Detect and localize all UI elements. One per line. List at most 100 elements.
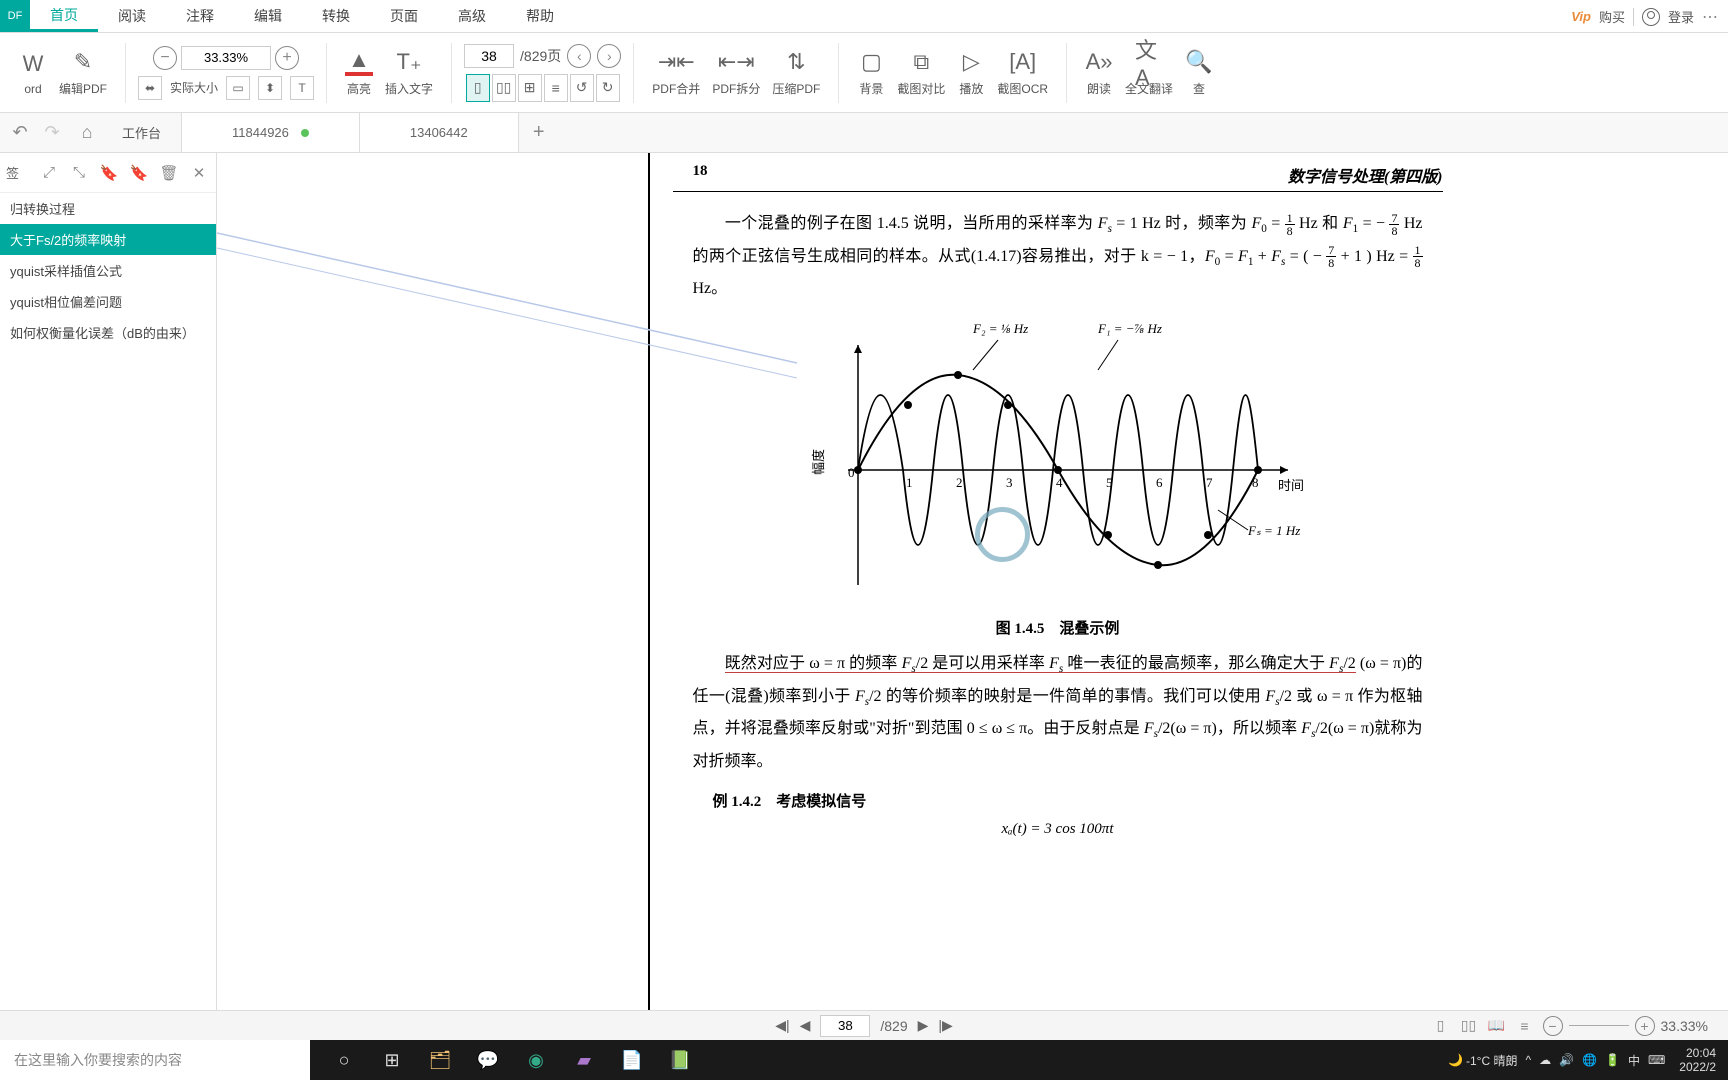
menu-annotate[interactable]: 注释 [166, 0, 234, 32]
compare-button[interactable]: ⧉ 截图对比 [891, 44, 951, 101]
delete-icon[interactable]: 🗑 [158, 162, 180, 184]
taskbar-clock[interactable]: 20:04 2022/2 [1673, 1046, 1722, 1075]
nav-back-button[interactable]: ↶ [8, 121, 32, 145]
prev-page-button[interactable]: ‹ [567, 44, 591, 68]
bookmark-item[interactable]: yquist采样插值公式 [0, 255, 216, 286]
rotate-left[interactable]: ↺ [570, 74, 594, 102]
paragraph-1: 一个混叠的例子在图 1.4.5 说明，当所用的采样率为 Fs = 1 Hz 时，… [693, 208, 1423, 305]
status-page-input[interactable] [820, 1015, 870, 1037]
prev-page-button[interactable]: ◀ [800, 1017, 811, 1034]
fit-height-icon[interactable]: ⬍ [258, 76, 282, 100]
pdf-split-button[interactable]: ⇤⇥ PDF拆分 [706, 44, 766, 101]
equation: xₐ(t) = 3 cos 100πt [673, 821, 1443, 838]
grid-view[interactable]: ⊞ [518, 74, 542, 102]
home-tab[interactable]: ⌂ [72, 113, 102, 152]
fit-width-icon[interactable]: ⬌ [138, 76, 162, 100]
task-view-icon[interactable]: ⊞ [368, 1040, 416, 1080]
menu-home[interactable]: 首页 [30, 0, 98, 32]
bookmark-icon[interactable]: 🔖 [98, 162, 120, 184]
view-single-icon[interactable]: ▯ [1431, 1016, 1451, 1036]
pdf-merge-button[interactable]: ⇥⇤ PDF合并 [646, 44, 706, 101]
menu-read[interactable]: 阅读 [98, 0, 166, 32]
view-book-icon[interactable]: 📖 [1487, 1016, 1507, 1036]
zoom-in-button[interactable]: + [275, 46, 299, 70]
bookmark-item[interactable]: 大于Fs/2的频率映射 [0, 224, 216, 255]
taskbar-search[interactable]: 在这里输入你要搜索的内容 [0, 1040, 310, 1080]
figure-1-4-5: 0 1 2 3 4 5 6 7 8 [673, 315, 1443, 638]
background-button[interactable]: ▢ 背景 [851, 44, 891, 101]
play-button[interactable]: ▷ 播放 [951, 44, 991, 101]
find-button[interactable]: 🔍 查 [1179, 44, 1219, 101]
fig-label-f2: F₂ = ⅛ Hz [972, 321, 1028, 336]
menu-help[interactable]: 帮助 [506, 0, 574, 32]
battery-icon[interactable]: 🔋 [1605, 1053, 1620, 1067]
zoom-out-button[interactable]: − [153, 46, 177, 70]
continuous-view[interactable]: ≡ [544, 74, 568, 102]
view-double-icon[interactable]: ▯▯ [1459, 1016, 1479, 1036]
status-zoom-out[interactable]: − [1543, 1016, 1563, 1036]
edge-icon[interactable]: ◉ [512, 1040, 560, 1080]
actual-size-button[interactable]: 实际大小 [170, 79, 218, 96]
volume-icon[interactable]: 🔊 [1559, 1053, 1574, 1067]
single-page-view[interactable]: ▯ [466, 74, 490, 102]
menu-page[interactable]: 页面 [370, 0, 438, 32]
read-aloud-button[interactable]: A» 朗读 [1079, 44, 1119, 101]
bookmark-add-icon[interactable]: 🔖 [128, 162, 150, 184]
divider [1633, 8, 1634, 26]
pdf-compress-button[interactable]: ⇅ 压缩PDF [766, 44, 826, 101]
zoom-input[interactable] [181, 46, 271, 70]
wechat-icon[interactable]: 💬 [464, 1040, 512, 1080]
visual-studio-icon[interactable]: ▰ [560, 1040, 608, 1080]
tab-2-label: 13406442 [410, 125, 468, 140]
menu-edit[interactable]: 编辑 [234, 0, 302, 32]
document-canvas[interactable]: 18 数字信号处理(第四版) 一个混叠的例子在图 1.4.5 说明，当所用的采样… [217, 153, 1728, 1010]
document-tab-2[interactable]: 13406442 [360, 113, 519, 152]
figure-caption: 图 1.4.5 混叠示例 [673, 617, 1443, 638]
cortana-icon[interactable]: ○ [320, 1040, 368, 1080]
nav-forward-button[interactable]: ↷ [40, 121, 64, 145]
collapse-all-icon[interactable]: ⤡ [68, 162, 90, 184]
add-tab-button[interactable]: + [519, 113, 559, 152]
weather-widget[interactable]: 🌙 -1°C 晴朗 [1448, 1052, 1517, 1069]
menu-advanced[interactable]: 高级 [438, 0, 506, 32]
status-zoom-in[interactable]: + [1635, 1016, 1655, 1036]
edit-pdf-icon: ✎ [69, 48, 97, 76]
bookmark-item[interactable]: 如何权衡量化误差（dB的由来） [0, 317, 216, 348]
ocr-label: 截图OCR [997, 80, 1048, 97]
ocr-button[interactable]: [A] 截图OCR [991, 44, 1054, 101]
onedrive-icon[interactable]: ☁ [1539, 1053, 1551, 1067]
edit-pdf-button[interactable]: ✎ 编辑PDF [53, 44, 113, 101]
keyboard-icon[interactable]: ⌨ [1648, 1053, 1665, 1067]
pdf-app-icon-1[interactable]: 📄 [608, 1040, 656, 1080]
ime-indicator[interactable]: 中 [1628, 1052, 1640, 1069]
first-page-button[interactable]: ◀| [775, 1017, 789, 1034]
workspace-tab[interactable]: 工作台 [102, 113, 182, 152]
menu-convert[interactable]: 转换 [302, 0, 370, 32]
login-link[interactable]: 登录 [1668, 7, 1694, 26]
rotate-right[interactable]: ↻ [596, 74, 620, 102]
next-page-button[interactable]: › [597, 44, 621, 68]
text-select-icon[interactable]: T [290, 76, 314, 100]
bookmark-item[interactable]: yquist相位偏差问题 [0, 286, 216, 317]
more-icon[interactable]: ⋯ [1702, 7, 1718, 27]
insert-text-button[interactable]: T₊ 插入文字 [379, 44, 439, 101]
buy-link[interactable]: 购买 [1599, 7, 1625, 26]
pdf-app-icon-2[interactable]: 📗 [656, 1040, 704, 1080]
word-button[interactable]: W ord [13, 46, 53, 100]
expand-all-icon[interactable]: ⤢ [38, 162, 60, 184]
close-sidebar-icon[interactable]: ✕ [188, 162, 210, 184]
translate-icon: 文A [1135, 48, 1163, 76]
two-page-view[interactable]: ▯▯ [492, 74, 516, 102]
page-input[interactable] [464, 44, 514, 68]
view-continuous-icon[interactable]: ≡ [1515, 1016, 1535, 1036]
file-explorer-icon[interactable]: 🗂 [416, 1040, 464, 1080]
tray-chevron-icon[interactable]: ^ [1525, 1053, 1531, 1067]
highlight-button[interactable]: ▲ 高亮 [339, 44, 379, 101]
network-icon[interactable]: 🌐 [1582, 1053, 1597, 1067]
document-tab-1[interactable]: 11844926 [182, 113, 360, 152]
bookmark-item[interactable]: 归转换过程 [0, 193, 216, 224]
fit-page-icon[interactable]: ▭ [226, 76, 250, 100]
last-page-button[interactable]: |▶ [938, 1017, 952, 1034]
translate-button[interactable]: 文A 全文翻译 [1119, 44, 1179, 101]
next-page-button[interactable]: ▶ [918, 1017, 929, 1034]
